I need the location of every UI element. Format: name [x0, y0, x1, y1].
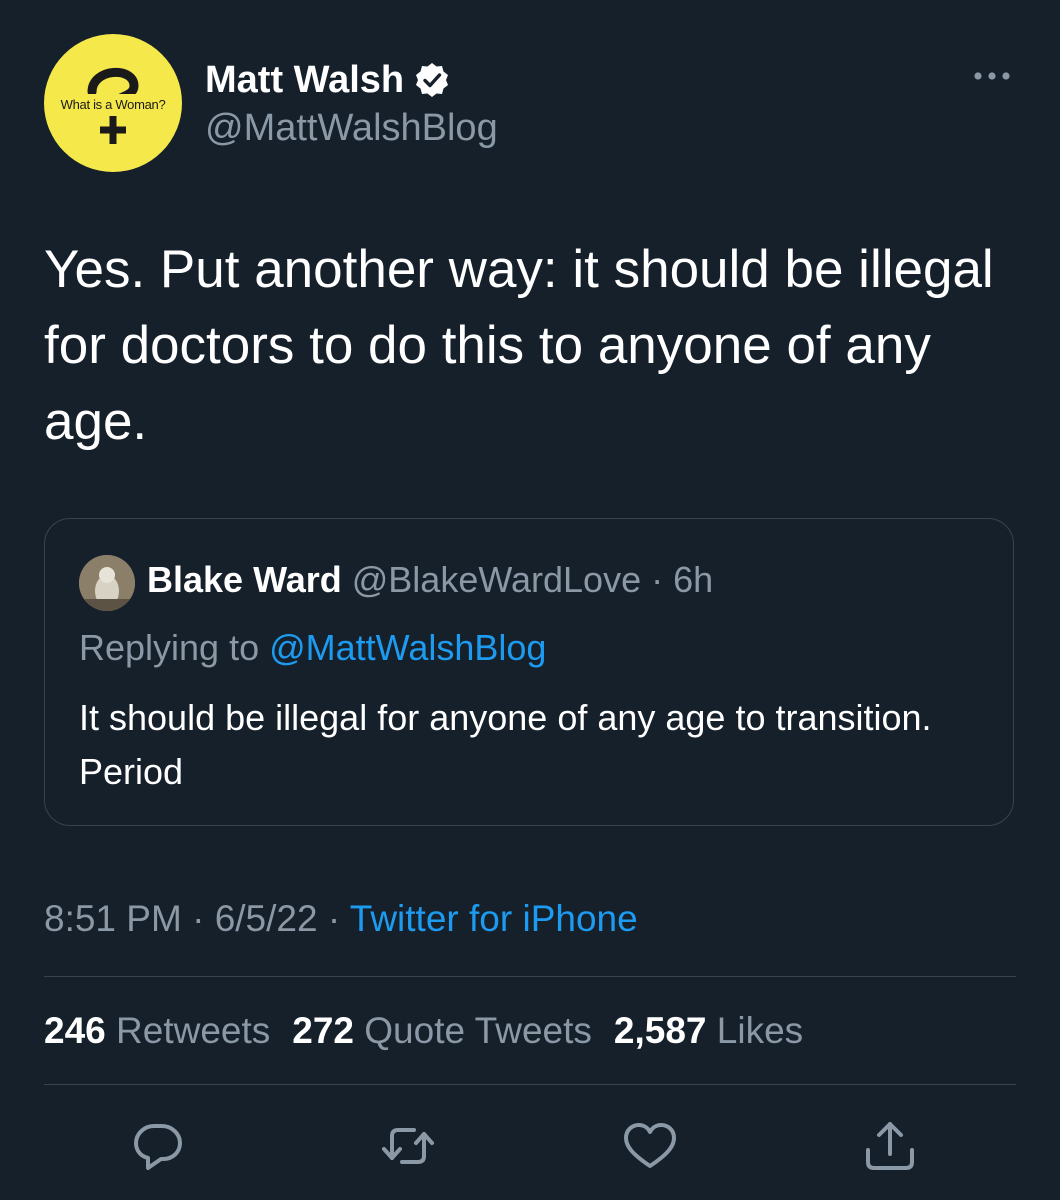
- retweets-count: 246: [44, 1010, 106, 1051]
- replying-label: Replying to: [79, 627, 260, 668]
- more-icon[interactable]: [972, 66, 1012, 86]
- reply-icon[interactable]: [128, 1116, 188, 1176]
- quoted-separator: ·: [641, 559, 674, 600]
- tweet-text: Yes. Put another way: it should be illeg…: [44, 240, 994, 451]
- author-name[interactable]: Matt Walsh: [205, 58, 404, 102]
- share-icon[interactable]: [860, 1116, 920, 1176]
- tweet-source[interactable]: Twitter for iPhone: [350, 898, 638, 939]
- quoted-author-handle[interactable]: @BlakeWardLove: [352, 559, 641, 600]
- meta-separator-2: ·: [317, 898, 350, 939]
- replying-to-line: Replying to @MattWalshBlog: [79, 625, 546, 671]
- retweets-stat[interactable]: 246 Retweets: [44, 1010, 292, 1051]
- author-name-row: Matt Walsh: [205, 58, 450, 102]
- quoted-tweet-card[interactable]: Blake Ward @BlakeWardLove · 6h Replying …: [44, 518, 1014, 826]
- avatar-label: What is a Woman?: [49, 94, 177, 116]
- tweet-meta: 8:51 PM · 6/5/22 · Twitter for iPhone: [44, 896, 638, 942]
- likes-label: Likes: [716, 1010, 804, 1051]
- likes-stat[interactable]: 2,587 Likes: [614, 1010, 825, 1051]
- author-handle[interactable]: @MattWalshBlog: [205, 106, 498, 150]
- author-avatar[interactable]: What is a Woman?: [44, 34, 182, 172]
- retweets-label: Retweets: [116, 1010, 271, 1051]
- quoted-author-name[interactable]: Blake Ward: [147, 559, 342, 600]
- quoted-age: 6h: [673, 559, 714, 600]
- tweet-time: 8:51 PM: [44, 898, 182, 939]
- divider-top: [44, 976, 1016, 977]
- like-icon[interactable]: [620, 1116, 680, 1176]
- replying-to-handle[interactable]: @MattWalshBlog: [269, 627, 546, 668]
- quoted-author-avatar[interactable]: [79, 555, 135, 611]
- tweet-stats: 246 Retweets 272 Quote Tweets 2,587 Likes: [44, 1008, 825, 1054]
- quoted-tweet-text: It should be illegal for anyone of any a…: [79, 697, 932, 792]
- quotes-stat[interactable]: 272 Quote Tweets: [292, 1010, 614, 1051]
- likes-count: 2,587: [613, 1010, 707, 1051]
- meta-separator-1: ·: [181, 898, 215, 939]
- divider-bottom: [44, 1084, 1016, 1085]
- quoted-header: Blake Ward @BlakeWardLove · 6h: [147, 557, 713, 603]
- quotes-label: Quote Tweets: [364, 1010, 592, 1051]
- verified-badge-icon: [414, 62, 450, 98]
- tweet-date: 6/5/22: [214, 898, 318, 939]
- quotes-count: 272: [292, 1010, 354, 1051]
- retweet-icon[interactable]: [378, 1116, 438, 1176]
